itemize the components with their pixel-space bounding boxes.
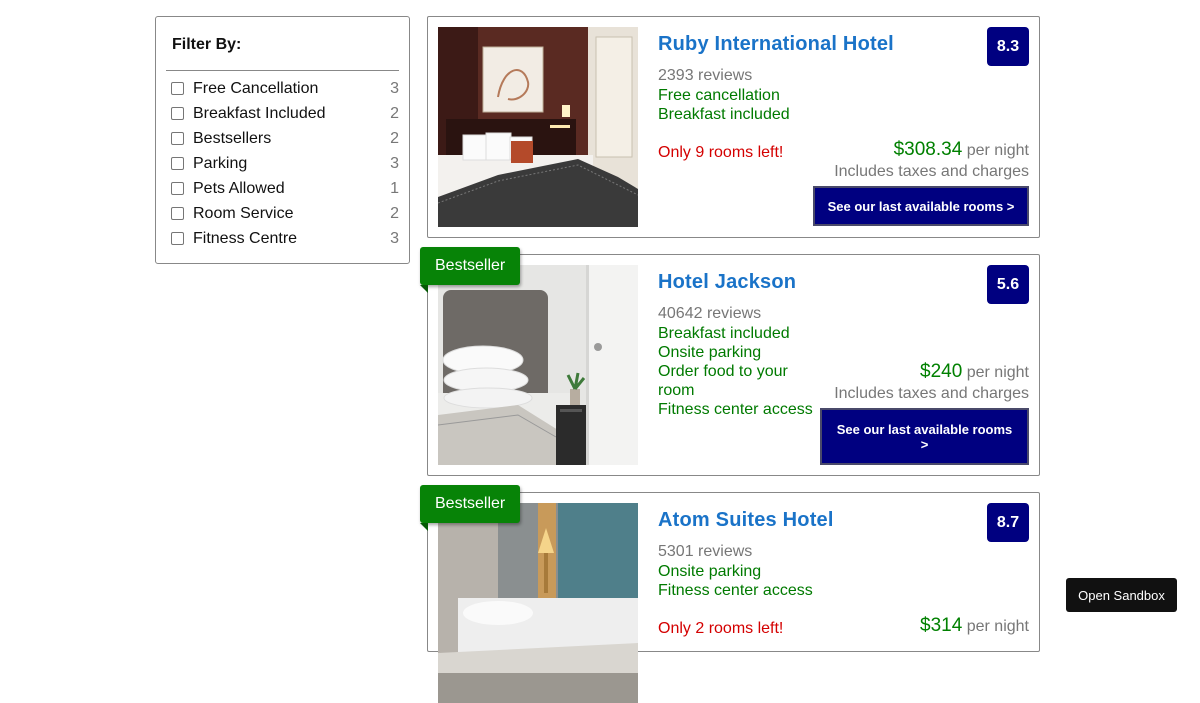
feature-list: Breakfast included Onsite parking Order … [658, 324, 818, 419]
filter-checkbox[interactable] [171, 82, 184, 95]
hotel-card: Ruby International Hotel 8.3 2393 review… [427, 16, 1040, 238]
rooms-left-notice: Only 2 rooms left! [658, 620, 784, 637]
filter-checkbox[interactable] [171, 157, 184, 170]
filter-free-cancellation[interactable]: Free Cancellation 3 [156, 80, 409, 105]
hotel-name[interactable]: Atom Suites Hotel [658, 509, 834, 532]
filter-title: Filter By: [172, 36, 242, 53]
filter-count: 2 [390, 105, 399, 122]
rooms-left-notice: Only 9 rooms left! [658, 144, 784, 161]
review-count: 5301 reviews [658, 543, 753, 560]
hotel-name[interactable]: Hotel Jackson [658, 271, 796, 294]
filter-count: 2 [390, 130, 399, 147]
filter-label: Pets Allowed [193, 180, 285, 197]
price-row: $308.34 per night [894, 139, 1029, 161]
hotel-name[interactable]: Ruby International Hotel [658, 33, 894, 56]
filter-checkbox[interactable] [171, 182, 184, 195]
see-rooms-button[interactable]: See our last available rooms > [813, 186, 1029, 226]
badge-tail [420, 523, 428, 531]
taxes-note: Includes taxes and charges [834, 385, 1029, 402]
rating-badge: 8.7 [987, 503, 1029, 542]
taxes-note: Includes taxes and charges [834, 163, 1029, 180]
feature-list: Onsite parking Fitness center access [658, 562, 818, 600]
hotel-photo[interactable] [438, 265, 638, 465]
filter-divider [166, 70, 399, 71]
badge-label: Bestseller [435, 495, 506, 512]
filter-label: Free Cancellation [193, 80, 319, 97]
price: $240 [920, 361, 963, 382]
filter-count: 3 [390, 230, 399, 247]
feature-item: Fitness center access [658, 582, 813, 599]
see-rooms-button[interactable]: See our last available rooms > [820, 408, 1029, 465]
feature-item: Onsite parking [658, 563, 762, 580]
filter-checkbox[interactable] [171, 207, 184, 220]
rating-badge: 5.6 [987, 265, 1029, 304]
feature-item: Breakfast included [658, 106, 790, 123]
badge-tail [420, 285, 428, 293]
feature-item: Onsite parking [658, 344, 762, 361]
filter-fitness-centre[interactable]: Fitness Centre 3 [156, 230, 409, 255]
open-sandbox-button[interactable]: Open Sandbox [1066, 578, 1177, 612]
filter-label: Parking [193, 155, 248, 172]
filter-label: Breakfast Included [193, 105, 326, 122]
per-night-label: per night [966, 364, 1029, 381]
filter-count: 3 [390, 80, 399, 97]
filter-count: 2 [390, 205, 399, 222]
feature-list: Free cancellation Breakfast included [658, 86, 818, 124]
feature-item: Fitness center access [658, 401, 813, 418]
price-row: $314 per night [920, 615, 1029, 637]
per-night-label: per night [966, 142, 1029, 159]
filter-checkbox[interactable] [171, 232, 184, 245]
bestseller-badge: Bestseller [420, 247, 520, 293]
filter-panel: Filter By: Free Cancellation 3 Breakfast… [155, 16, 410, 264]
filter-room-service[interactable]: Room Service 2 [156, 205, 409, 230]
filter-breakfast-included[interactable]: Breakfast Included 2 [156, 105, 409, 130]
filter-bestsellers[interactable]: Bestsellers 2 [156, 130, 409, 155]
price: $314 [920, 615, 963, 636]
per-night-label: per night [966, 618, 1029, 635]
hotel-photo[interactable] [438, 503, 638, 703]
filter-parking[interactable]: Parking 3 [156, 155, 409, 180]
filter-pets-allowed[interactable]: Pets Allowed 1 [156, 180, 409, 205]
filter-checkbox[interactable] [171, 107, 184, 120]
badge-label: Bestseller [435, 257, 506, 274]
filter-count: 3 [390, 155, 399, 172]
rating-badge: 8.3 [987, 27, 1029, 66]
price: $308.34 [893, 139, 963, 160]
filter-count: 1 [390, 180, 399, 197]
review-count: 2393 reviews [658, 67, 753, 84]
hotel-card: Hotel Jackson 5.6 40642 reviews Breakfas… [427, 254, 1040, 476]
hotel-photo[interactable] [438, 27, 638, 227]
filter-label: Bestsellers [193, 130, 272, 147]
feature-item: Order food to your room [658, 363, 788, 399]
filter-checkbox[interactable] [171, 132, 184, 145]
review-count: 40642 reviews [658, 305, 762, 322]
filter-list: Free Cancellation 3 Breakfast Included 2… [156, 80, 409, 255]
bestseller-badge: Bestseller [420, 485, 520, 531]
filter-label: Fitness Centre [193, 230, 298, 247]
feature-item: Breakfast included [658, 325, 790, 342]
filter-label: Room Service [193, 205, 294, 222]
price-row: $240 per night [920, 361, 1029, 383]
feature-item: Free cancellation [658, 87, 780, 104]
